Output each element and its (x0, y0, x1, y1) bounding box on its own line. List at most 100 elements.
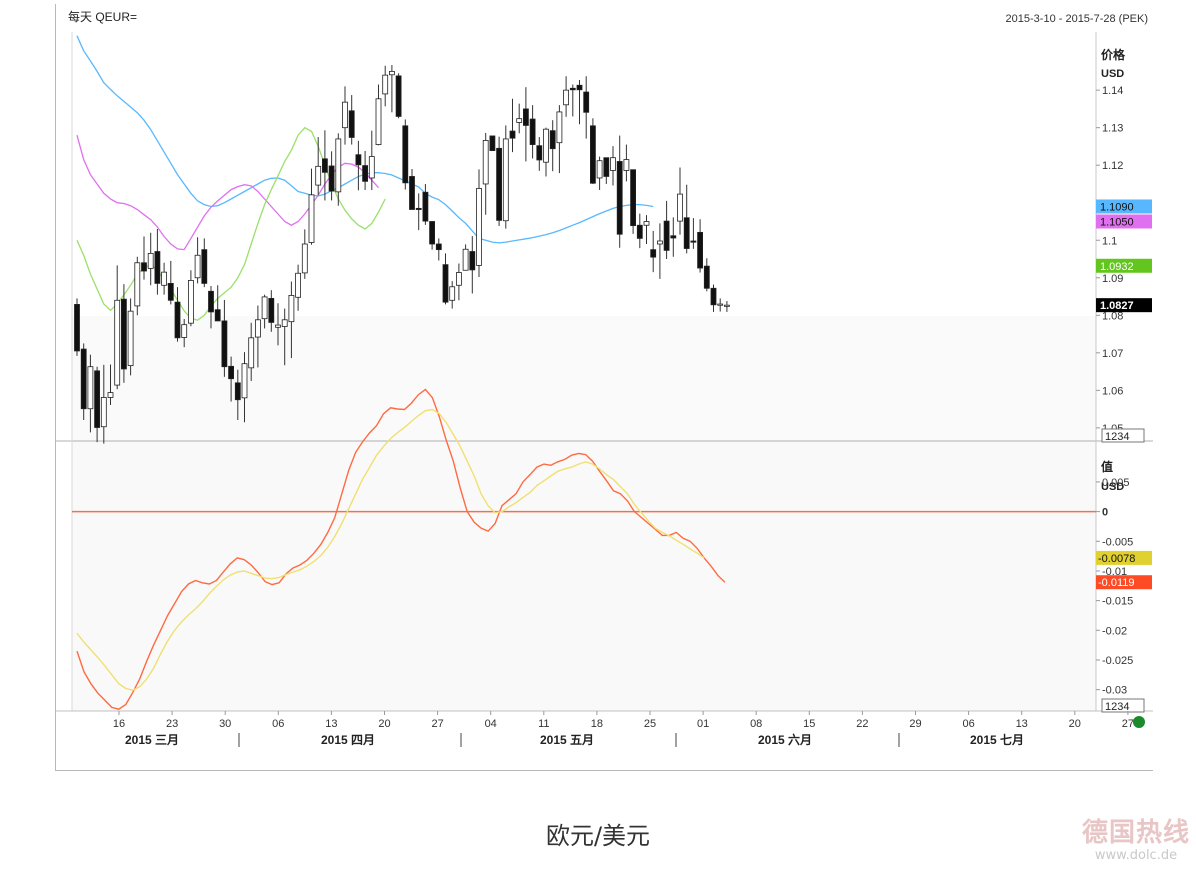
candle (630, 169, 636, 234)
candle-body (234, 382, 241, 401)
indicator-tick-label: -0.03 (1102, 685, 1127, 697)
candle-body (489, 135, 496, 151)
candle-body (121, 298, 127, 370)
price-axis-title: 价格 (1101, 47, 1126, 62)
candle-body (368, 156, 375, 179)
month-label: 2015 六月 (758, 732, 812, 747)
candle-body (301, 243, 308, 274)
candle-body (683, 217, 690, 249)
candle-body (516, 118, 523, 123)
candle-body (268, 298, 275, 323)
candle-body (100, 397, 107, 428)
candle-body (288, 295, 295, 323)
chart-title: 每天 QEUR= (68, 9, 137, 24)
candle-body (496, 147, 503, 221)
x-tick-label: 30 (219, 718, 231, 730)
candle-body (636, 224, 643, 239)
x-tick-label: 29 (909, 718, 921, 730)
indicator-axis-title: 值 (1101, 459, 1113, 474)
candle-body (469, 251, 476, 271)
candle-body (429, 221, 436, 245)
candle-body (422, 191, 429, 222)
watermark-url: www.dolc.de (1094, 848, 1178, 863)
candle-body (623, 159, 630, 171)
candle-body (187, 280, 194, 324)
candle (74, 298, 80, 356)
indicator-tag-label: -0.0078 (1098, 553, 1135, 565)
candle-body (663, 220, 670, 251)
indicator-plot-area (72, 441, 1096, 711)
candle-body (543, 128, 549, 163)
candle-body (281, 319, 288, 327)
candle-body (335, 138, 342, 193)
month-label: 2015 五月 (540, 733, 594, 747)
candle-body (161, 271, 167, 286)
candle-body (409, 176, 415, 210)
month-label: 2015 三月 (125, 733, 179, 747)
price-tick-label: 1.13 (1102, 123, 1123, 135)
x-tick-label: 15 (803, 718, 815, 730)
candle-body (261, 296, 268, 320)
candle-body (107, 392, 114, 398)
candle-body (141, 262, 147, 272)
candle-body (127, 310, 134, 366)
candle-body (80, 348, 87, 410)
candle-body (717, 303, 724, 306)
x-tick-label: 11 (538, 718, 549, 730)
candle (489, 135, 496, 151)
candle-body (221, 320, 228, 368)
candle-body (375, 98, 382, 145)
price-tag-label: 1.1090 (1100, 201, 1134, 213)
candle-body (87, 366, 94, 410)
indicator-tick-label: -0.025 (1102, 655, 1133, 667)
candle-body (275, 324, 281, 328)
candle-body (643, 221, 650, 226)
x-tick-label: 08 (750, 718, 762, 730)
candle-body (254, 319, 261, 338)
indicator-tick-label: 0.005 (1102, 477, 1130, 489)
status-dot (1133, 716, 1145, 728)
candle-body (710, 287, 717, 306)
x-tick-label: 20 (1069, 718, 1081, 730)
candle-body (596, 160, 603, 179)
candle (496, 136, 503, 226)
indicator-tick-label: -0.005 (1102, 536, 1133, 548)
candle-body (114, 299, 121, 386)
candle-body (154, 251, 161, 284)
candle (402, 119, 409, 190)
candle-body (650, 249, 657, 258)
candle-body (415, 207, 422, 210)
candle-body (248, 337, 255, 369)
candle (121, 284, 127, 383)
candle-body (308, 194, 315, 243)
x-tick-label: 04 (485, 718, 497, 730)
price-tick-label: 1.1 (1102, 235, 1117, 247)
watermark-logo: 德国热线 www.dolc.de (1080, 818, 1192, 863)
price-tick-label: 1.07 (1102, 348, 1123, 360)
candle-body (703, 265, 710, 289)
x-tick-label: 01 (697, 718, 709, 730)
candle-body (342, 101, 348, 129)
candle-body (724, 304, 730, 307)
chart-caption: 欧元/美元 (545, 822, 651, 850)
candle-body (449, 286, 456, 301)
candle-body (328, 165, 335, 192)
candle-body (509, 130, 516, 139)
candle-body (476, 188, 482, 266)
candle-body (576, 84, 583, 91)
candle-body (201, 249, 208, 284)
x-tick-label: 27 (1122, 718, 1134, 730)
candle-body (435, 243, 442, 251)
x-tick-label: 25 (644, 718, 656, 730)
watermark-text: 德国热线 (1081, 818, 1190, 848)
candle-body (167, 283, 174, 301)
x-tick-label: 18 (591, 718, 603, 730)
candle-body (208, 290, 214, 313)
candle-body (583, 91, 590, 113)
candle (590, 118, 596, 184)
candle-body (147, 252, 154, 269)
x-tick-label: 06 (272, 718, 284, 730)
last-price-label: 1.0827 (1100, 300, 1134, 312)
indicator-tick-label: -0.02 (1102, 625, 1127, 637)
candle-body (214, 309, 221, 322)
